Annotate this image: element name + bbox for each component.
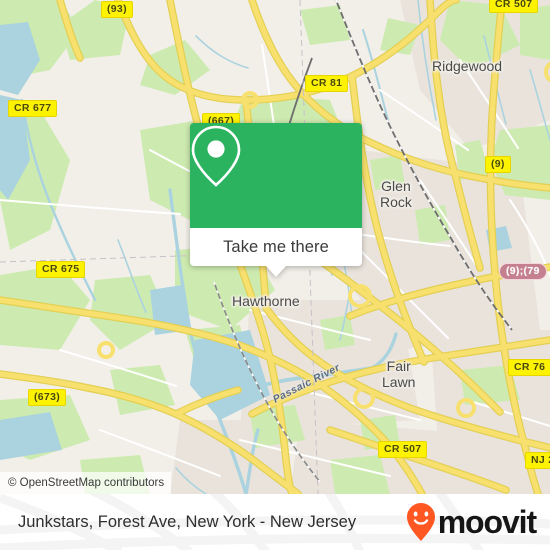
place-label-ridgewood: Ridgewood (432, 59, 502, 74)
map-canvas[interactable]: Ridgewood Glen Rock Hawthorne Fair Lawn … (0, 0, 550, 494)
location-popup[interactable]: Take me there (190, 123, 362, 277)
popup-tail (265, 265, 287, 277)
place-label-line: Rock (380, 194, 412, 210)
place-label-line: Hawthorne (232, 293, 300, 309)
place-label-fair-lawn: Fair Lawn (382, 358, 415, 390)
road-shield-673: (673) (28, 389, 67, 406)
popup-action-button[interactable]: Take me there (190, 228, 362, 277)
road-shield-cr-76: CR 76 (508, 359, 550, 376)
popup-action-label: Take me there (223, 237, 329, 256)
map-pin-icon (191, 125, 241, 187)
place-label-line: Ridgewood (432, 58, 503, 74)
road-shield-cr-677: CR 677 (8, 100, 58, 117)
road-shield-cr-507-top: CR 507 (489, 0, 539, 13)
moovit-wordmark: moovit (437, 504, 537, 540)
place-label-line: Lawn (382, 374, 416, 390)
road-shield-cr-675: CR 675 (36, 261, 86, 278)
road-shield-93: (93) (101, 1, 133, 18)
place-label-glen-rock: Glen Rock (380, 178, 412, 210)
popup-header (190, 123, 362, 228)
moovit-pin-smile-icon (406, 503, 435, 541)
road-shield-cr-507: CR 507 (378, 441, 428, 458)
bottom-bar: Junkstars, Forest Ave, New York - New Je… (0, 494, 550, 550)
moovit-logo: moovit (406, 502, 537, 542)
road-shield-9: (9) (485, 156, 511, 173)
place-label-hawthorne: Hawthorne (232, 294, 300, 309)
place-label-line: Fair (386, 358, 411, 374)
road-shield-cr-81: CR 81 (305, 75, 349, 92)
place-label-line: Glen (381, 178, 411, 194)
moovit-map-screenshot: Ridgewood Glen Rock Hawthorne Fair Lawn … (0, 0, 550, 550)
map-attribution[interactable]: © OpenStreetMap contributors (0, 472, 172, 494)
road-shield-nj-20: NJ 20 (525, 452, 550, 469)
location-title: Junkstars, Forest Ave, New York - New Je… (18, 512, 357, 531)
road-shield-9-79: (9);(79 (499, 263, 547, 280)
